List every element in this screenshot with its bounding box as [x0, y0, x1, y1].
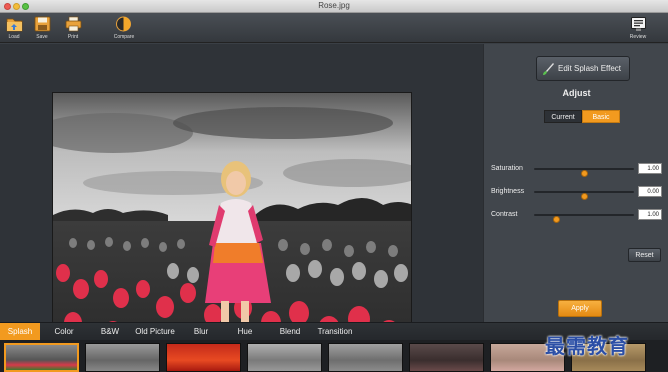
- review-icon: [631, 17, 646, 31]
- brightness-value-field[interactable]: 0.00: [638, 186, 662, 197]
- preset-thumb-gray[interactable]: [247, 343, 322, 372]
- brightness-slider[interactable]: [534, 191, 634, 200]
- compare-icon: [116, 16, 131, 32]
- canvas-area: [0, 44, 483, 359]
- printer-icon: [65, 16, 82, 32]
- contrast-label: Contrast: [491, 211, 518, 218]
- saturation-value-field[interactable]: 1.00: [638, 163, 662, 174]
- tab-blur[interactable]: Blur: [188, 323, 214, 341]
- brightness-label: Brightness: [491, 188, 525, 195]
- contrast-knob[interactable]: [553, 216, 560, 223]
- saturation-slider[interactable]: [534, 168, 634, 177]
- preset-thumb-bw[interactable]: [85, 343, 160, 372]
- compare-button[interactable]: Compare: [109, 15, 139, 41]
- segment-current[interactable]: Current: [544, 110, 582, 123]
- watermark: 最需教育: [545, 334, 629, 358]
- brightness-slider-row: Brightness 0.00: [484, 186, 668, 200]
- tab-old-picture[interactable]: Old Picture: [132, 323, 178, 341]
- save-button[interactable]: Save: [28, 15, 56, 41]
- toolbar: Load Save Print Compare Review: [0, 13, 668, 43]
- tab-bw[interactable]: B&W: [94, 323, 126, 341]
- apply-button[interactable]: Apply: [558, 300, 602, 317]
- save-label: Save: [36, 34, 48, 40]
- review-button[interactable]: Review: [624, 15, 652, 41]
- preset-thumb-red[interactable]: [166, 343, 241, 372]
- folder-icon: [6, 18, 23, 32]
- floppy-disk-icon: [34, 16, 51, 32]
- saturation-label: Saturation: [491, 165, 523, 172]
- tab-blend[interactable]: Blend: [274, 323, 306, 341]
- splash-photo: [53, 93, 411, 358]
- app-window: Rose.jpg Load Save Print Compare Review …: [0, 0, 668, 372]
- tab-transition[interactable]: Transition: [313, 323, 357, 341]
- review-label: Review: [629, 34, 647, 40]
- contrast-value-field[interactable]: 1.00: [638, 209, 662, 220]
- saturation-knob[interactable]: [581, 170, 588, 177]
- photo-canvas[interactable]: [52, 92, 412, 359]
- brightness-knob[interactable]: [581, 193, 588, 200]
- tab-hue[interactable]: Hue: [231, 323, 259, 341]
- print-label: Print: [67, 34, 79, 40]
- contrast-slider[interactable]: [534, 214, 634, 223]
- tab-color[interactable]: Color: [47, 323, 81, 341]
- tab-splash[interactable]: Splash: [0, 323, 40, 341]
- preset-thumb-bw-2[interactable]: [328, 343, 403, 372]
- window-title: Rose.jpg: [318, 1, 350, 10]
- title-bar: Rose.jpg: [0, 0, 668, 13]
- reset-button[interactable]: Reset: [628, 248, 661, 262]
- preset-thumb-splash[interactable]: [4, 343, 79, 372]
- adjust-heading: Adjust: [562, 88, 591, 98]
- edit-splash-effect-label: Edit Splash Effect: [558, 64, 621, 73]
- compare-label: Compare: [113, 34, 135, 40]
- adjust-panel: Edit Splash Effect Adjust Current Basic …: [483, 44, 668, 322]
- preset-thumb-dark[interactable]: [409, 343, 484, 372]
- brush-icon: [543, 63, 554, 75]
- print-button[interactable]: Print: [59, 15, 87, 41]
- saturation-slider-row: Saturation 1.00: [484, 163, 668, 177]
- load-label: Load: [8, 34, 20, 40]
- load-button[interactable]: Load: [0, 15, 28, 41]
- contrast-slider-row: Contrast 1.00: [484, 209, 668, 223]
- segment-basic[interactable]: Basic: [582, 110, 620, 123]
- edit-splash-effect-button[interactable]: Edit Splash Effect: [536, 56, 630, 81]
